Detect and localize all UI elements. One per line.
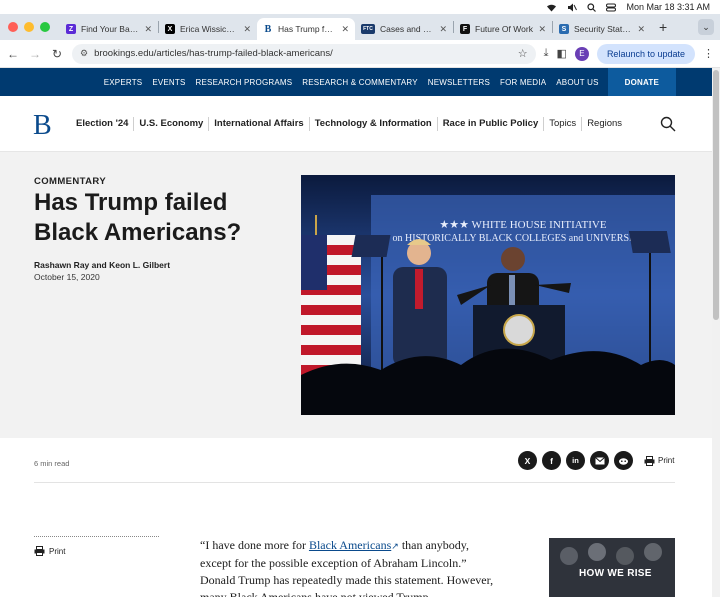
close-icon[interactable]: ✕ [144, 24, 152, 35]
mute-icon[interactable] [567, 3, 578, 12]
z-favicon-icon: Z [66, 24, 76, 34]
external-link-icon: ↗ [391, 541, 399, 551]
profile-avatar[interactable]: E [574, 46, 589, 61]
nav-international-affairs[interactable]: International Affairs [209, 117, 310, 131]
bookmark-star-icon[interactable]: ☆ [518, 47, 528, 60]
x-share-icon[interactable]: X [518, 451, 537, 470]
zoom-window-button[interactable] [40, 22, 50, 32]
main-nav: B Election '24 U.S. Economy Internationa… [0, 96, 712, 152]
ftc-favicon-icon: FTC [361, 24, 375, 34]
promo-title: HOW WE RISE [579, 568, 652, 579]
site-settings-icon[interactable]: ⚙ [80, 48, 88, 59]
nav-research-programs[interactable]: RESEARCH PROGRAMS [191, 78, 298, 87]
close-icon[interactable]: ✕ [637, 24, 645, 35]
black-americans-link[interactable]: Black Americans [309, 538, 391, 552]
article-authors[interactable]: Rashawn Ray and Keon L. Gilbert [34, 260, 170, 270]
download-icon[interactable]: ⤓ [544, 47, 549, 60]
new-tab-button[interactable]: + [651, 19, 675, 35]
nav-for-media[interactable]: FOR MEDIA [495, 78, 551, 87]
reload-icon[interactable]: ↻ [50, 47, 64, 61]
tab-search-chevron-icon[interactable]: ⌄ [698, 19, 714, 35]
nav-events[interactable]: EVENTS [147, 78, 190, 87]
topic-links: Election '24 U.S. Economy International … [76, 117, 627, 131]
article-hero: COMMENTARY Has Trump failed Black Americ… [0, 152, 712, 438]
page-scrollbar[interactable] [712, 68, 720, 597]
site-search-icon[interactable] [660, 116, 676, 132]
tab-erica-wissick[interactable]: X Erica Wissick (@ ✕ [159, 18, 257, 40]
banner-text: ★★★ WHITE HOUSE INITIATIVE [439, 219, 606, 231]
article-date: October 15, 2020 [34, 272, 100, 282]
reddit-share-icon[interactable] [614, 451, 633, 470]
printer-icon [644, 455, 655, 466]
clock[interactable]: Mon Mar 18 3:31 AM [626, 2, 710, 12]
article-body: “I have done more for Black Americans↗ t… [200, 538, 494, 597]
side-panel-icon[interactable]: ◧ [557, 47, 567, 60]
search-icon[interactable] [587, 2, 597, 12]
person-favicon-icon: S [559, 24, 569, 34]
printer-icon [34, 546, 45, 556]
close-icon[interactable]: ✕ [341, 24, 349, 35]
sidebar-divider [34, 536, 159, 537]
brookings-logo[interactable]: B [33, 110, 52, 142]
minimize-window-button[interactable] [24, 22, 34, 32]
nav-newsletters[interactable]: NEWSLETTERS [423, 78, 495, 87]
tab-security-state[interactable]: S Security State B ✕ [553, 18, 651, 40]
browser-toolbar: ← → ↻ ⚙ brookings.edu/articles/has-trump… [0, 40, 720, 68]
how-we-rise-promo[interactable]: HOW WE RISE [549, 538, 675, 597]
utility-nav: EXPERTS EVENTS RESEARCH PROGRAMS RESEARC… [0, 68, 712, 96]
linkedin-share-icon[interactable]: in [566, 451, 585, 470]
f-favicon-icon: F [460, 24, 470, 34]
tab-cases-and-proceedings[interactable]: FTC Cases and Proce ✕ [355, 18, 453, 40]
close-icon[interactable]: ✕ [538, 24, 546, 35]
article-title: Has Trump failed Black Americans? [34, 189, 242, 246]
share-bar: X f in Print [518, 451, 674, 470]
forward-arrow-icon[interactable]: → [28, 47, 42, 61]
address-bar[interactable]: ⚙ brookings.edu/articles/has-trump-faile… [72, 43, 536, 64]
facebook-share-icon[interactable]: f [542, 451, 561, 470]
sidebar-print-button[interactable]: Print [34, 546, 65, 556]
back-arrow-icon[interactable]: ← [6, 47, 20, 61]
close-icon[interactable]: ✕ [243, 24, 251, 35]
tab-find-your-bank[interactable]: Z Find Your Bank | ✕ [60, 18, 158, 40]
nav-election-24[interactable]: Election '24 [76, 117, 135, 131]
brookings-favicon-icon: B [264, 23, 272, 35]
nav-race-public-policy[interactable]: Race in Public Policy [438, 117, 545, 131]
menu-kebab-icon[interactable]: ⋮ [703, 47, 714, 60]
url-text[interactable]: brookings.edu/articles/has-trump-failed-… [94, 48, 512, 59]
tab-strip: Z Find Your Bank | ✕ X Erica Wissick (@ … [0, 14, 720, 40]
close-window-button[interactable] [8, 22, 18, 32]
wifi-icon[interactable] [546, 3, 557, 12]
nav-technology-information[interactable]: Technology & Information [310, 117, 438, 131]
tab-has-trump-failed[interactable]: B Has Trump failed ✕ [257, 18, 355, 40]
scrollbar-thumb[interactable] [713, 70, 719, 320]
nav-us-economy[interactable]: U.S. Economy [134, 117, 210, 131]
email-share-icon[interactable] [590, 451, 609, 470]
nav-experts[interactable]: EXPERTS [99, 78, 148, 87]
read-time: 6 min read [34, 459, 70, 468]
relaunch-button[interactable]: Relaunch to update [596, 43, 695, 64]
article-kicker[interactable]: COMMENTARY [34, 176, 106, 187]
hero-photo: ★★★ WHITE HOUSE INITIATIVE on HISTORICAL… [301, 175, 675, 415]
macos-menubar: Mon Mar 18 3:31 AM [0, 0, 720, 14]
svg-text:on HISTORICALLY BLACK COLLEGES: on HISTORICALLY BLACK COLLEGES and UNIVE… [393, 233, 654, 244]
close-icon[interactable]: ✕ [439, 24, 447, 35]
nav-topics[interactable]: Topics [544, 117, 583, 131]
section-divider [34, 482, 675, 483]
nav-about-us[interactable]: ABOUT US [551, 78, 603, 87]
control-center-icon[interactable] [606, 3, 617, 12]
x-favicon-icon: X [165, 24, 175, 34]
nav-regions[interactable]: Regions [582, 117, 627, 131]
print-button[interactable]: Print [644, 455, 674, 466]
donate-button[interactable]: DONATE [607, 68, 676, 96]
nav-research-commentary[interactable]: RESEARCH & COMMENTARY [297, 78, 422, 87]
tab-future-of-work[interactable]: F Future Of Work ✕ [454, 18, 552, 40]
window-controls [0, 14, 60, 40]
